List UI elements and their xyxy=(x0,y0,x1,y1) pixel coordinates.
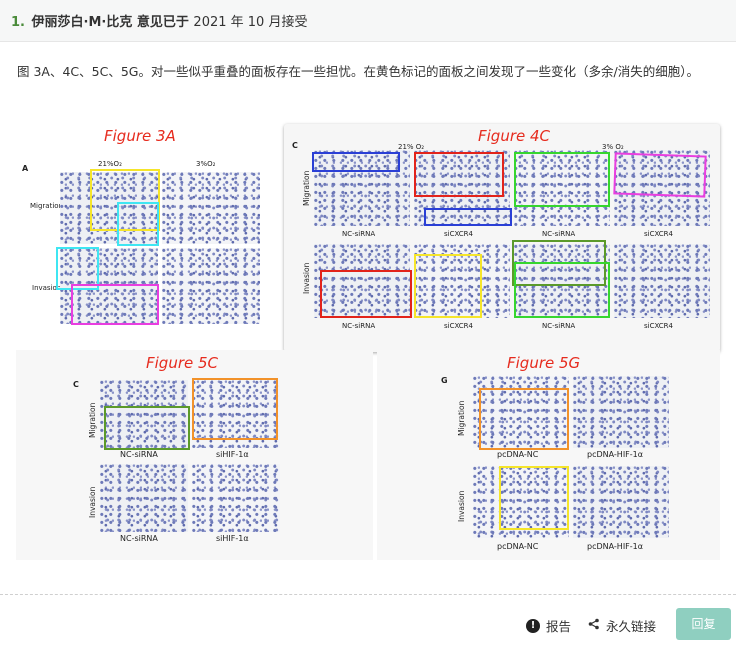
figure-5c-label-1: NC-siRNA xyxy=(120,450,158,459)
figure-4c-label-5: NC-siRNA xyxy=(342,322,376,330)
permalink-link[interactable]: 永久链接 xyxy=(588,616,656,635)
comment-body-text: 图 3A、4C、5C、5G。对一些似乎重叠的面板存在一些担忧。在黄色标记的面板之… xyxy=(17,64,699,79)
highlight-box-green xyxy=(514,262,610,318)
micrograph xyxy=(192,464,280,532)
figure-4c-label-6: siCXCR4 xyxy=(444,322,473,330)
figure-5g-label-3: pcDNA-NC xyxy=(497,542,539,551)
highlight-box-green xyxy=(514,152,610,207)
highlight-box-yellow xyxy=(499,466,569,530)
highlight-box-blue xyxy=(312,152,400,172)
figure-5g-row2-label: Invasion xyxy=(457,490,466,522)
comment-action: 意见已于 xyxy=(136,15,189,30)
figure-4c-label-3: NC-siRNA xyxy=(542,230,576,238)
figure-5c-title: Figure 5C xyxy=(146,354,219,372)
figure-5g-title: Figure 5G xyxy=(507,354,581,372)
figure-5c-panel: Figure 5C C Migration Invasion NC-siRNA … xyxy=(16,350,373,560)
figure-3a-row1-label: Migration xyxy=(30,202,64,210)
figure-4c-label-4: siCXCR4 xyxy=(644,230,673,238)
figure-5g-row1-label: Migration xyxy=(457,400,466,436)
highlight-box-red xyxy=(320,270,412,318)
figure-3a-title: Figure 3A xyxy=(104,127,176,145)
highlight-box-red xyxy=(414,152,504,197)
comment-number: 1. xyxy=(11,15,25,30)
figure-3a-col2-label: 3%O₂ xyxy=(196,160,216,168)
figure-5g-label-1: pcDNA-NC xyxy=(497,450,539,459)
figure-4c-label-7: NC-siRNA xyxy=(542,322,576,330)
highlight-box-cyan xyxy=(117,202,159,246)
exclamation-circle-icon: ! xyxy=(526,618,540,633)
highlight-box-olive xyxy=(104,406,190,450)
permalink-label: 永久链接 xyxy=(606,619,657,634)
share-icon xyxy=(588,618,600,633)
figure-5g-panel-letter: G xyxy=(441,376,448,385)
micrograph xyxy=(100,464,188,532)
figure-5g-panel: Figure 5G G Migration Invasion pcDNA-NC … xyxy=(377,350,720,560)
author-name[interactable]: 伊丽莎白·M·比克 xyxy=(32,15,133,30)
figure-3a-panel-letter: A xyxy=(22,164,29,173)
highlight-box-yellow xyxy=(414,254,482,318)
comment-date: 2021 年 10 月接受 xyxy=(193,15,308,30)
figure-4c-label-8: siCXCR4 xyxy=(644,322,673,330)
highlight-box-magenta xyxy=(613,152,707,198)
figure-5c-row1-label: Migration xyxy=(88,402,97,438)
footer-divider xyxy=(0,594,736,595)
figure-5c-panel-letter: C xyxy=(73,380,79,389)
figure-3a-col1-label: 21%O₂ xyxy=(98,160,122,168)
figure-4c-label-2: siCXCR4 xyxy=(444,230,473,238)
figure-5c-label-4: siHIF-1α xyxy=(216,534,249,543)
figure-4c-label-1: NC-siRNA xyxy=(342,230,376,238)
figure-3a-panel: Figure 3A A 21%O₂ 3%O₂ Migration Invasio… xyxy=(16,124,280,350)
figure-4c-row1-label: Migration xyxy=(302,170,311,206)
highlight-box-blue xyxy=(424,208,512,226)
comment-header: 1. 伊丽莎白·M·比克 意见已于 2021 年 10 月接受 xyxy=(0,0,736,42)
comment-title: 1. 伊丽莎白·M·比克 意见已于 2021 年 10 月接受 xyxy=(11,11,307,30)
figure-4c-panel-letter: C xyxy=(292,141,298,150)
highlight-box-orange xyxy=(192,378,278,440)
figure-4c-row2-label: Invasion xyxy=(302,262,311,294)
figure-5c-row2-label: Invasion xyxy=(88,486,97,518)
report-link[interactable]: ! 报告 xyxy=(526,616,571,635)
micrograph xyxy=(573,376,669,448)
figure-5c-label-3: NC-siRNA xyxy=(120,534,158,543)
figure-5c-label-2: siHIF-1α xyxy=(216,450,249,459)
micrograph xyxy=(573,466,669,538)
micrograph xyxy=(162,172,260,244)
figure-4c-title: Figure 4C xyxy=(478,127,551,145)
reply-button[interactable]: 回复 xyxy=(676,608,731,640)
figure-4c-panel: Figure 4C C 21% O₂ 3% O₂ Migration Invas… xyxy=(284,124,720,352)
report-label: 报告 xyxy=(546,619,572,634)
micrograph xyxy=(614,244,710,318)
micrograph xyxy=(162,248,260,324)
highlight-box-magenta xyxy=(71,284,159,325)
figure-5g-label-4: pcDNA-HIF-1α xyxy=(587,542,644,551)
highlight-box-orange xyxy=(479,388,569,450)
figure-5g-label-2: pcDNA-HIF-1α xyxy=(587,450,644,459)
